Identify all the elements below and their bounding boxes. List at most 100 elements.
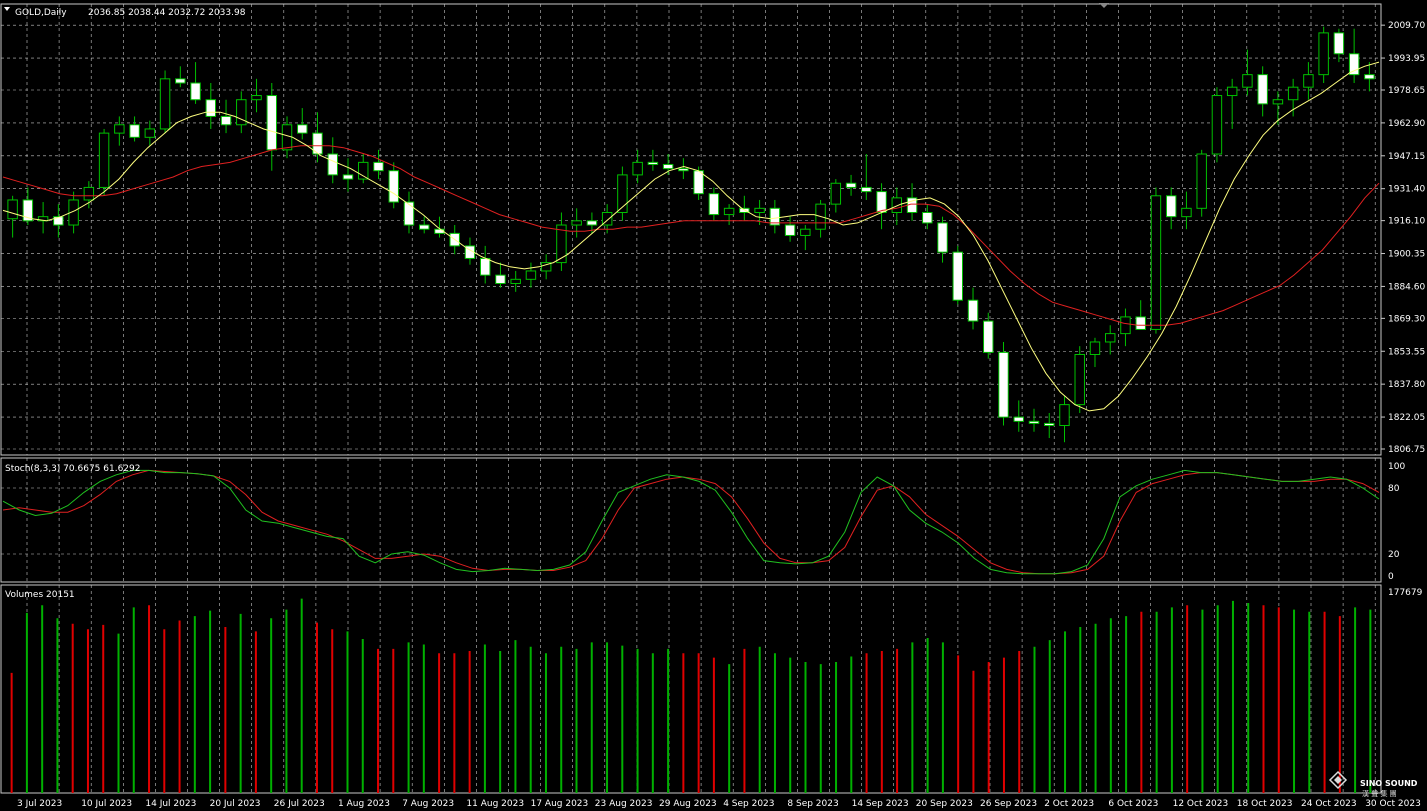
candle-body[interactable] [678,168,689,172]
x-tick-label: 18 Oct 2023 [1237,799,1293,809]
y-tick-label: 1916.10 [1388,217,1425,227]
candle-body[interactable] [1257,74,1268,105]
candle-body[interactable] [7,199,18,220]
x-tick-label: 8 Sep 2023 [787,799,838,809]
candle-body[interactable] [632,161,643,176]
candle-body[interactable] [845,182,857,188]
candle-body[interactable] [190,82,201,101]
candle-body[interactable] [571,220,582,226]
candle-body[interactable] [1211,95,1223,155]
candle-body[interactable] [342,174,354,180]
candle-body[interactable] [114,124,125,134]
candle-body[interactable] [525,270,537,280]
candle-body[interactable] [1104,333,1116,343]
candle-body[interactable] [937,222,948,253]
candle-body[interactable] [281,124,293,151]
candle-body[interactable] [693,170,704,195]
stoch-tick-label: 20 [1388,550,1400,560]
candle-body[interactable] [998,351,1009,418]
candle-body[interactable] [1333,32,1345,55]
candle-body[interactable] [373,161,384,172]
candle-body[interactable] [1059,404,1070,427]
volume-header: Volumes 20151 [5,590,75,600]
candle-body[interactable] [662,163,674,170]
candle-body[interactable] [1028,420,1040,424]
candle-body[interactable] [1196,153,1207,209]
candle-body[interactable] [205,99,217,117]
candle-body[interactable] [144,128,156,138]
candle-body[interactable] [983,320,994,353]
x-tick-label: 6 Oct 2023 [1108,799,1158,809]
candle-body[interactable] [159,78,171,130]
candle-body[interactable] [358,161,369,180]
candle-body[interactable] [1303,74,1314,88]
candle-body[interactable] [1318,32,1329,76]
candle-body[interactable] [495,274,506,284]
candle-body[interactable] [266,95,278,151]
candle-body[interactable] [1242,74,1253,88]
candle-body[interactable] [98,132,110,188]
candle-body[interactable] [586,220,598,226]
candle-body[interactable] [418,224,430,230]
candle-body[interactable] [1181,207,1192,218]
candle-body[interactable] [784,224,796,236]
candle-body[interactable] [1272,99,1284,105]
candle-body[interactable] [403,201,415,226]
candle-body[interactable] [754,207,765,213]
candle-body[interactable] [861,186,872,193]
x-tick-label: 14 Jul 2023 [145,799,196,809]
x-tick-label: 29 Aug 2023 [659,799,717,809]
x-tick-label: 23 Aug 2023 [595,799,653,809]
candle-body[interactable] [510,278,521,284]
candle-body[interactable] [723,207,735,216]
candle-body[interactable] [800,228,811,236]
candle-body[interactable] [1165,195,1177,218]
candle-body[interactable] [1135,316,1146,330]
candle-body[interactable] [1287,86,1299,101]
y-tick-label: 1853.55 [1388,347,1425,357]
x-tick-label: 30 Oct 2023 [1365,799,1421,809]
candle-body[interactable] [1120,316,1131,335]
candle-body[interactable] [876,191,887,213]
trading-chart[interactable]: 3 Jul 2023 10 Jul 2023 14 Jul 2023 20 Jul 2… [0,0,1427,811]
candle-body[interactable] [891,197,903,213]
candle-body[interactable] [922,211,933,224]
candle-body[interactable] [297,124,308,134]
y-tick-label: 1822.05 [1388,413,1425,423]
candle-body[interactable] [1074,353,1085,406]
x-tick-label: 20 Sep 2023 [916,799,973,809]
ohlc-readout: 2036.85 2038.44 2032.72 2033.98 [88,8,246,18]
candle-body[interactable] [1089,341,1101,355]
candle-body[interactable] [830,182,842,205]
x-tick-label: 26 Jul 2023 [274,799,325,809]
candle-body[interactable] [1044,422,1055,427]
candle-body[interactable] [1364,74,1375,80]
logo-subtext: 漢 聲 集 團 [1362,789,1397,798]
volume-tick-label: 177679 [1388,588,1423,598]
candle-body[interactable] [952,251,964,301]
candle-body[interactable] [220,115,232,126]
candle-body[interactable] [1150,195,1162,330]
y-tick-label: 1869.30 [1388,314,1425,324]
candle-body[interactable] [129,124,140,138]
candle-body[interactable] [251,95,262,101]
candle-body[interactable] [967,299,979,322]
candle-body[interactable] [1348,53,1360,76]
y-tick-label: 1962.90 [1388,119,1425,129]
candle-body[interactable] [1226,86,1238,97]
candle-body[interactable] [83,186,95,201]
candle-body[interactable] [175,78,186,84]
candle-body[interactable] [327,153,338,176]
candle-body[interactable] [388,170,399,203]
stoch-tick-label: 100 [1388,462,1405,472]
y-tick-label: 2009.70 [1388,21,1425,31]
candle-body[interactable] [708,193,720,216]
y-tick-label: 1884.60 [1388,282,1425,292]
candle-body[interactable] [1013,416,1024,422]
x-tick-label: 2 Oct 2023 [1044,799,1094,809]
candle-body[interactable] [479,257,491,276]
candle-body[interactable] [647,161,659,165]
symbol-label: GOLD,Daily [15,8,67,18]
x-tick-label: 10 Jul 2023 [81,799,132,809]
stoch-tick-label: 0 [1388,572,1394,582]
